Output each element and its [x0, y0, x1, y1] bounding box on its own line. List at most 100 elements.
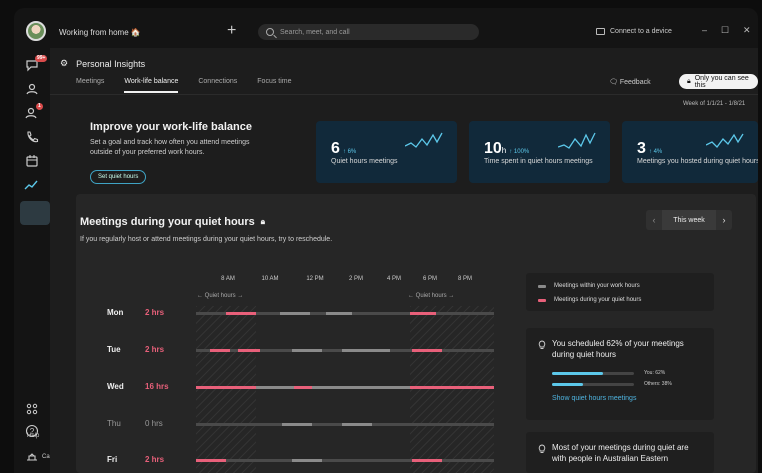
legend-swatch [538, 298, 546, 302]
tip-card-timezone: Most of your meetings during quiet are w… [526, 432, 714, 473]
legend: Meetings within your work hours Meetings… [526, 273, 714, 311]
maximize-button[interactable]: ☐ [721, 25, 729, 36]
hour-label: 8 AM [221, 276, 235, 282]
calendar-bottom-icon[interactable] [24, 450, 40, 464]
intro-title: Improve your work-life balance [90, 121, 252, 133]
feedback-button[interactable]: 🗨︎ Feedback [609, 78, 651, 86]
legend-label: Meetings during your quiet hours [554, 297, 642, 303]
calendar-icon[interactable] [24, 154, 40, 168]
stat-value: 10h ↑ 100% [484, 140, 530, 157]
day-hours: 0 hrs [145, 419, 163, 428]
sparkline-icon [558, 132, 596, 149]
lock-icon: 🔒︎ [260, 217, 266, 226]
apps-grid-icon[interactable] [24, 402, 40, 416]
day-label: Wed [107, 382, 124, 391]
stat-card-quiet-meetings: 6 ↑ 6% Quiet hours meetings [316, 121, 457, 183]
quiet-tag-left: ← Quiet hours → [197, 293, 244, 299]
tab-focus-time[interactable]: Focus time [257, 78, 291, 93]
feedback-icon: 🗨︎ [609, 79, 618, 86]
day-label: Fri [107, 455, 118, 464]
stat-delta: ↑ 100% [509, 149, 530, 155]
avatar[interactable] [26, 21, 46, 41]
stat-delta: ↑ 6% [342, 149, 357, 155]
header-divider [50, 94, 758, 95]
tip-text: Most of your meetings during quiet are w… [552, 443, 689, 463]
stat-label: Quiet hours meetings [331, 158, 398, 165]
teams-icon[interactable] [24, 82, 40, 96]
status-text[interactable]: Working from home 🏠 [59, 28, 141, 37]
set-quiet-hours-button[interactable]: Set quiet hours [90, 170, 147, 184]
quiet-tag-right: ← Quiet hours → [408, 293, 455, 299]
others-bar [552, 383, 634, 386]
legend-label: Meetings within your work hours [554, 283, 640, 289]
prev-week-button[interactable]: ‹ [646, 210, 662, 230]
new-plus-icon[interactable]: + [227, 23, 236, 39]
insights-icon[interactable] [23, 178, 39, 192]
lightbulb-icon [538, 340, 546, 349]
lock-icon: 🔒︎ [687, 77, 691, 85]
quiet-region-morning [196, 306, 256, 473]
tip-card-percent: You scheduled 62% of your meetings durin… [526, 328, 714, 420]
lightbulb-icon [538, 444, 546, 453]
hour-label: 2 PM [348, 276, 364, 282]
hour-label: 10 AM [261, 276, 279, 282]
close-button[interactable]: ✕ [743, 25, 751, 36]
show-quiet-meetings-link[interactable]: Show quiet hours meetings [552, 395, 636, 402]
rail-active-indicator [20, 201, 50, 225]
timeline-tue [196, 349, 494, 352]
calls-icon[interactable] [24, 130, 40, 144]
messages-badge: 99+ [35, 55, 48, 62]
visibility-label: Only you can see this [694, 74, 749, 89]
day-label: Tue [107, 345, 121, 354]
quiet-region-evening [410, 306, 494, 473]
panel-title-text: Meetings during your quiet hours [80, 216, 255, 228]
search-icon [266, 28, 274, 36]
week-range: Week of 1/1/21 - 1/8/21 [683, 101, 746, 107]
week-selector: ‹ This week › [646, 210, 732, 230]
app-window: Working from home 🏠 + Search, meet, and … [14, 8, 758, 473]
you-label: You: 62% [644, 370, 666, 376]
settings-gear-icon: ⚙ [60, 58, 69, 68]
visibility-button[interactable]: 🔒︎ Only you can see this [679, 74, 758, 89]
help-label[interactable]: Help [27, 433, 39, 439]
title-bar: Working from home 🏠 + Search, meet, and … [14, 8, 758, 48]
left-rail: 99+ 1 ? [14, 48, 50, 473]
day-hours: 2 hrs [145, 455, 165, 464]
tab-bar: Meetings Work-life balance Connections F… [76, 78, 312, 93]
day-label: Mon [107, 308, 124, 317]
day-hours: 2 hrs [145, 345, 165, 354]
sparkline-icon [706, 133, 744, 148]
legend-work: Meetings within your work hours [538, 283, 640, 289]
stat-card-hosted-quiet: 3 ↑ 4% Meetings you hosted during quiet h… [622, 121, 758, 183]
day-hours: 16 hrs [145, 382, 169, 391]
page-title: ⚙ Personal Insights [60, 58, 145, 69]
stat-value: 3 ↑ 4% [637, 140, 663, 157]
connect-device-button[interactable]: Connect to a device [596, 28, 672, 35]
tab-meetings[interactable]: Meetings [76, 78, 104, 93]
tip-text: You scheduled 62% of your meetings durin… [552, 339, 684, 359]
stat-label: Time spent in quiet hours meetings [484, 158, 593, 165]
search-placeholder: Search, meet, and call [280, 28, 350, 36]
legend-swatch [538, 284, 546, 288]
stat-delta: ↑ 4% [648, 149, 663, 155]
search-input[interactable]: Search, meet, and call [258, 24, 479, 40]
tab-work-life-balance[interactable]: Work-life balance [124, 78, 179, 93]
others-bar-fill [552, 383, 584, 386]
timeline-mon [196, 312, 494, 315]
page-title-text: Personal Insights [76, 58, 146, 69]
tab-connections[interactable]: Connections [198, 78, 237, 93]
feedback-label: Feedback [619, 79, 651, 86]
timeline-wed [196, 386, 494, 389]
hour-label: 4 PM [386, 276, 402, 282]
hour-label: 8 PM [457, 276, 473, 282]
panel-subtitle: If you regularly host or attend meetings… [80, 236, 333, 243]
screen-icon [596, 28, 605, 35]
hour-label: 12 PM [306, 276, 324, 282]
week-label: This week [662, 210, 716, 230]
panel-title: Meetings during your quiet hours 🔒︎ [80, 216, 265, 228]
stat-value: 6 ↑ 6% [331, 140, 357, 157]
contacts-badge: 1 [36, 103, 43, 110]
next-week-button[interactable]: › [716, 210, 732, 230]
you-bar [552, 372, 634, 375]
minimize-button[interactable]: – [702, 25, 707, 35]
